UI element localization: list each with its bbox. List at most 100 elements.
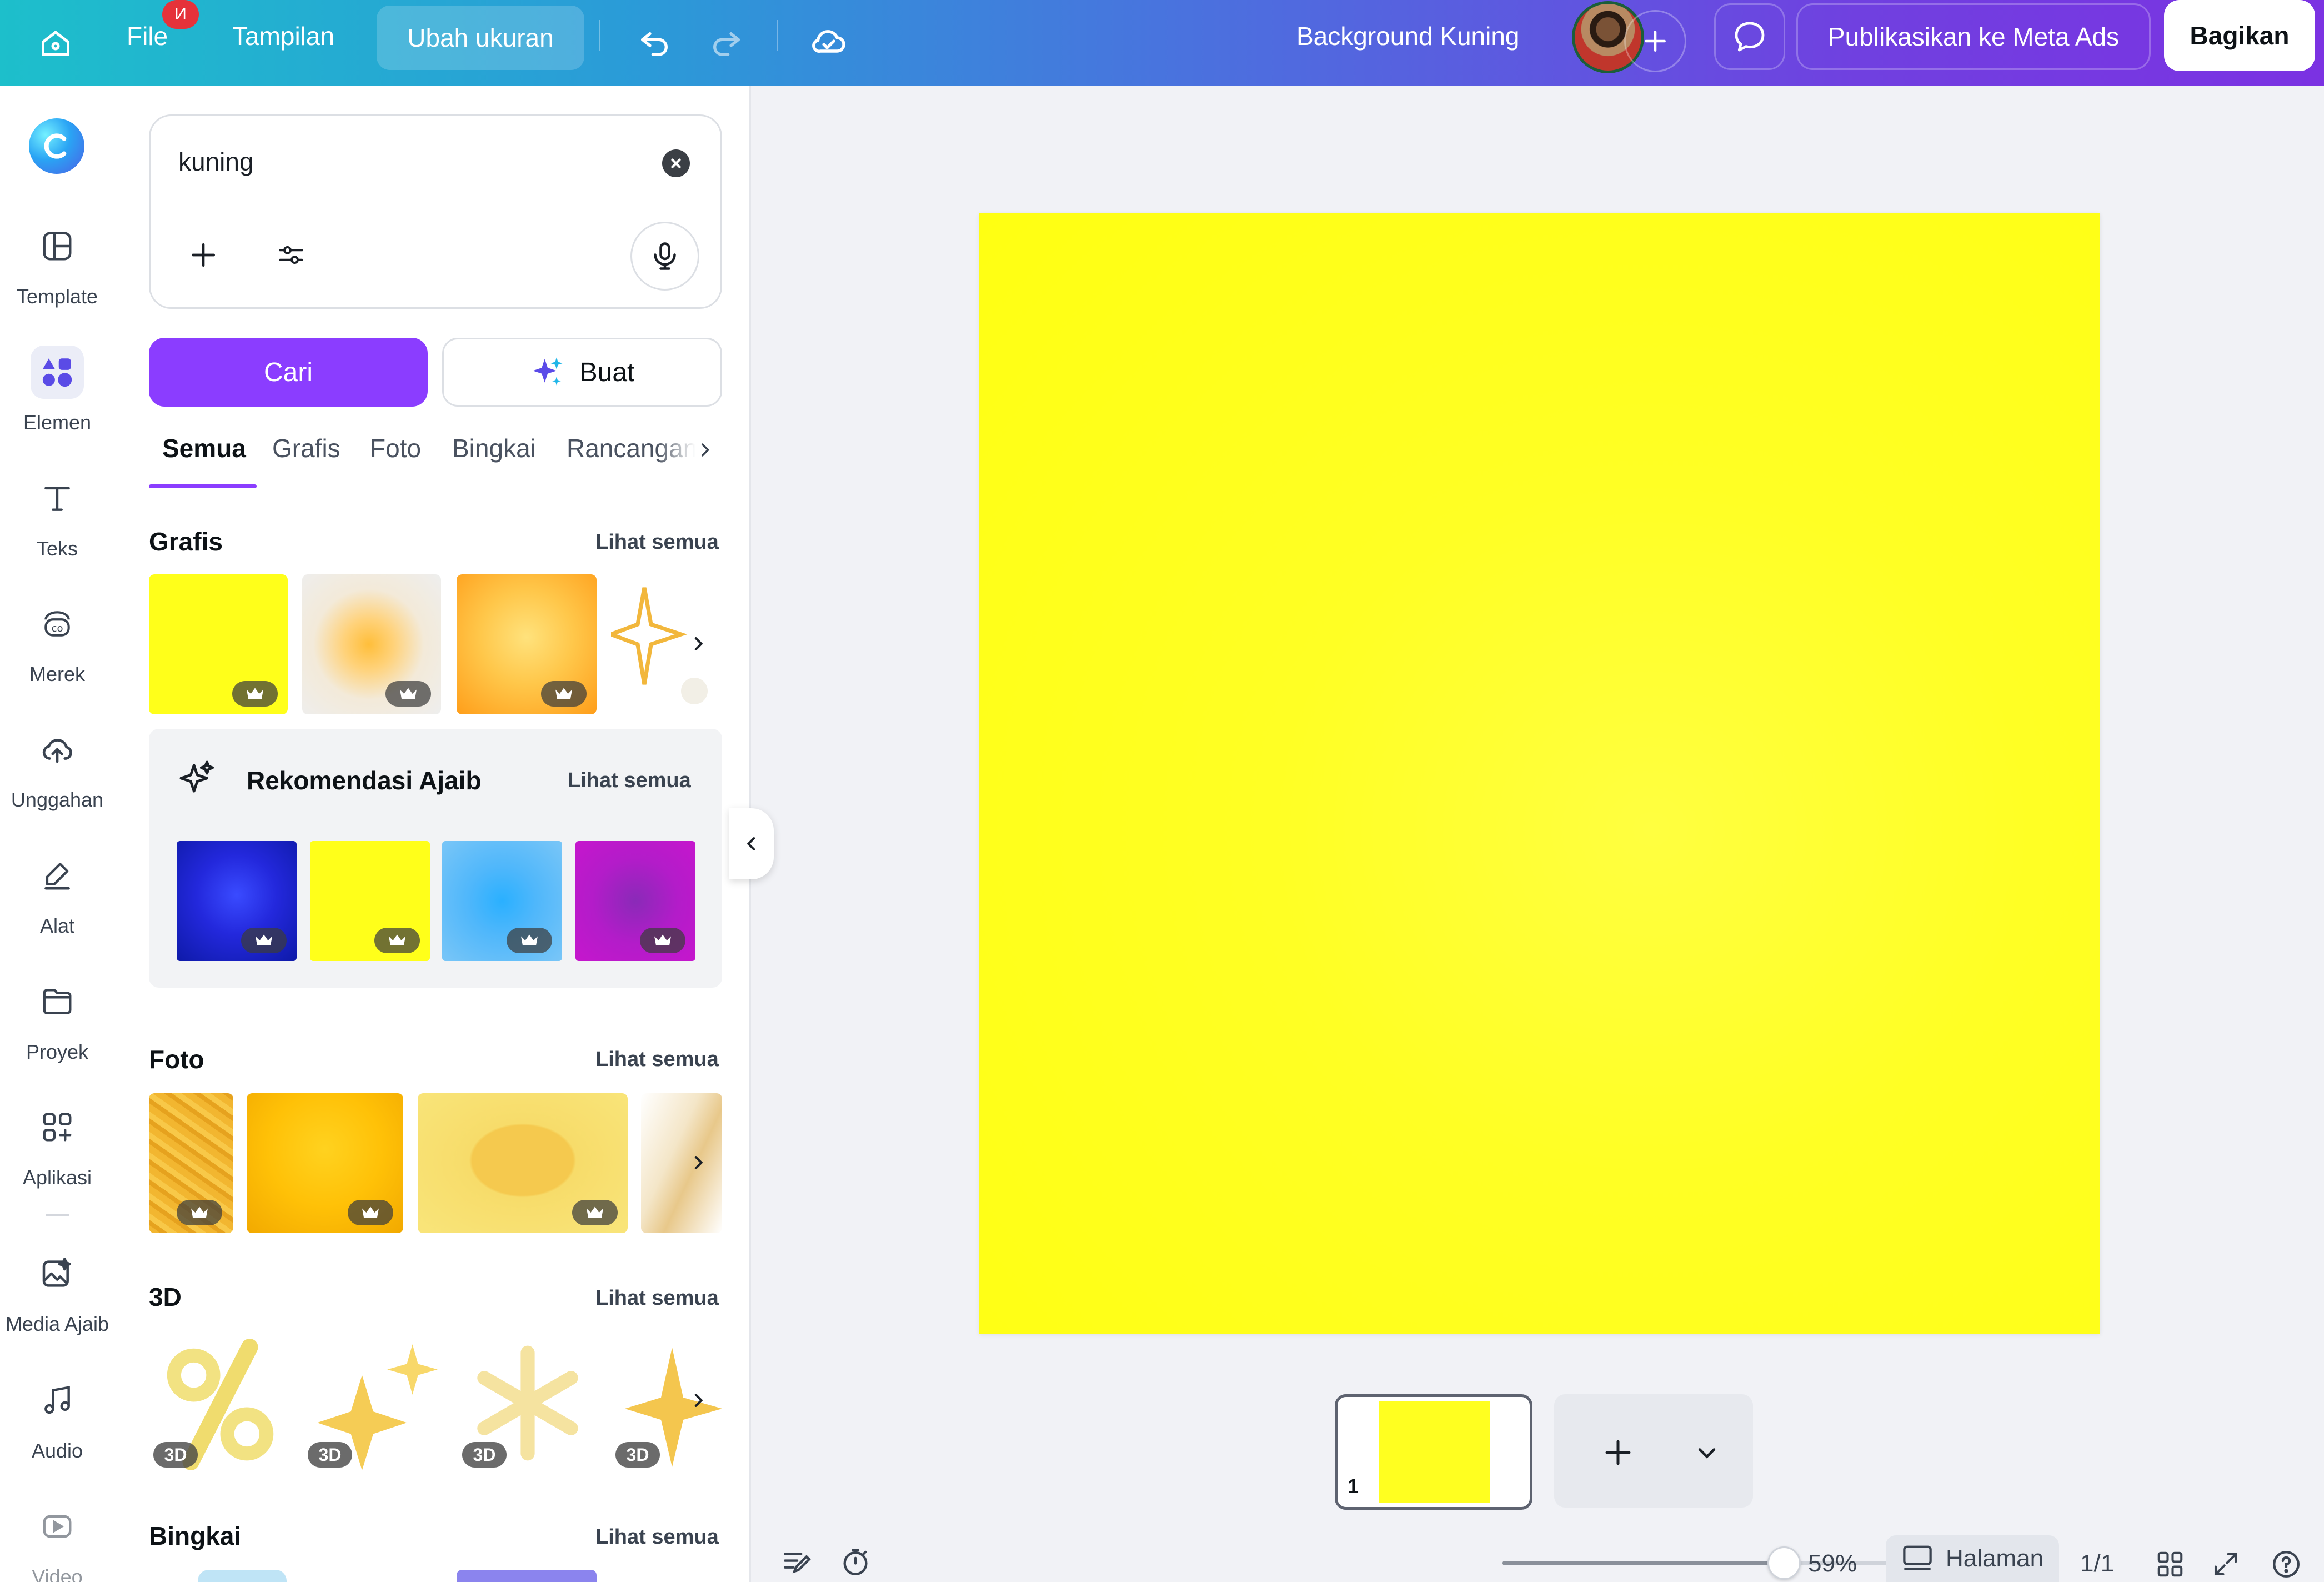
resize-button[interactable]: Ubah ukuran bbox=[377, 6, 584, 70]
tab-rancangan[interactable]: Rancangan bbox=[567, 433, 695, 463]
timer-button[interactable] bbox=[836, 1544, 875, 1580]
tab-foto[interactable]: Foto bbox=[370, 433, 421, 463]
rail-label-proyek: Proyek bbox=[26, 1040, 89, 1063]
zoom-slider-handle[interactable] bbox=[1767, 1546, 1801, 1580]
see-all-rekomendasi[interactable]: Lihat semua bbox=[568, 769, 691, 793]
magic-media-icon bbox=[42, 1258, 71, 1287]
notes-button[interactable] bbox=[778, 1544, 817, 1580]
rail-item-merek[interactable]: co Merek bbox=[0, 597, 114, 719]
comments-button[interactable] bbox=[1714, 3, 1785, 70]
help-button[interactable] bbox=[2268, 1546, 2305, 1582]
clear-search-button[interactable] bbox=[662, 149, 690, 177]
undo-button[interactable] bbox=[628, 14, 681, 68]
page-count: 1/1 bbox=[2080, 1550, 2115, 1577]
grafis-thumb-orange-gradient[interactable] bbox=[457, 574, 597, 714]
rail-item-elemen[interactable]: Elemen bbox=[0, 346, 114, 468]
rail-item-video[interactable]: Video bbox=[0, 1500, 114, 1582]
page-thumbnail-number: 1 bbox=[1348, 1475, 1359, 1498]
page-thumbnail[interactable]: 1 bbox=[1335, 1394, 1532, 1510]
notification-badge: И bbox=[162, 0, 199, 29]
rail-label-template: Template bbox=[16, 285, 98, 308]
sliders-icon bbox=[279, 246, 303, 264]
grid-view-button[interactable] bbox=[2152, 1546, 2188, 1582]
voice-search-button[interactable] bbox=[630, 222, 699, 291]
premium-crown-badge bbox=[348, 1200, 393, 1225]
crown-icon bbox=[555, 688, 572, 699]
rekomendasi-thumb-blue[interactable] bbox=[177, 841, 297, 961]
pages-view-label: Halaman bbox=[1945, 1545, 2044, 1572]
share-button[interactable]: Bagikan bbox=[2164, 0, 2315, 71]
chevron-right-icon bbox=[701, 443, 710, 457]
magic-recommendations: Rekomendasi Ajaib Lihat semua bbox=[149, 729, 722, 988]
bottom-bar: 59% Halaman 1/1 bbox=[753, 1533, 2324, 1582]
collapse-panel-button[interactable] bbox=[729, 808, 774, 879]
bingkai-thumb-blue[interactable] bbox=[198, 1570, 287, 1582]
canva-assistant-logo[interactable] bbox=[29, 118, 84, 174]
design-canvas-page[interactable] bbox=[979, 213, 2100, 1334]
cloud-save-status[interactable] bbox=[802, 14, 855, 68]
3d-thumb-asterisk[interactable]: 3D bbox=[458, 1333, 598, 1473]
file-menu[interactable]: File bbox=[127, 23, 168, 49]
crown-icon bbox=[247, 688, 263, 699]
bingkai-thumb-purple[interactable] bbox=[457, 1570, 597, 1582]
rekomendasi-thumb-sky-blue[interactable] bbox=[442, 841, 562, 961]
grafis-scroll-right[interactable] bbox=[684, 624, 712, 663]
see-all-bingkai[interactable]: Lihat semua bbox=[595, 1525, 719, 1549]
redo-button[interactable] bbox=[700, 14, 753, 68]
generate-button[interactable]: Buat bbox=[442, 338, 722, 407]
filter-button[interactable] bbox=[272, 236, 310, 274]
3d-scroll-right[interactable] bbox=[684, 1381, 712, 1420]
search-button[interactable]: Cari bbox=[149, 338, 428, 407]
home-button[interactable] bbox=[29, 17, 82, 70]
3d-thumb-sparkle[interactable]: 3D bbox=[303, 1333, 443, 1473]
see-all-grafis[interactable]: Lihat semua bbox=[595, 530, 719, 554]
text-icon bbox=[44, 487, 70, 511]
tab-bingkai[interactable]: Bingkai bbox=[452, 433, 536, 463]
help-icon bbox=[2273, 1551, 2300, 1578]
premium-crown-badge bbox=[241, 928, 287, 953]
foto-thumb-crumpled-paper[interactable] bbox=[149, 1093, 233, 1233]
see-all-3d[interactable]: Lihat semua bbox=[595, 1286, 719, 1310]
add-page-dropdown[interactable] bbox=[1687, 1433, 1726, 1472]
rail-item-teks[interactable]: Teks bbox=[0, 472, 114, 594]
rail-label-unggahan: Unggahan bbox=[11, 788, 104, 811]
invite-button[interactable] bbox=[1624, 10, 1686, 72]
svg-text:co: co bbox=[52, 623, 63, 634]
cloud-check-icon bbox=[812, 30, 845, 53]
section-title-foto: Foto bbox=[149, 1045, 204, 1074]
rail-item-alat[interactable]: Alat bbox=[0, 849, 114, 971]
rekomendasi-thumb-yellow[interactable] bbox=[310, 841, 430, 961]
foto-scroll-right[interactable] bbox=[684, 1143, 712, 1182]
grafis-thumb-yellow[interactable] bbox=[149, 574, 288, 714]
view-menu-label: Tampilan bbox=[232, 22, 335, 51]
badge-glyph: И bbox=[174, 5, 187, 23]
document-title[interactable]: Background Kuning bbox=[1296, 23, 1520, 49]
zoom-level[interactable]: 59% bbox=[1808, 1550, 1857, 1578]
publish-meta-ads-button[interactable]: Publikasikan ke Meta Ads bbox=[1796, 3, 2151, 70]
pages-view-button[interactable]: Halaman bbox=[1886, 1535, 2059, 1582]
view-menu[interactable]: Tampilan bbox=[232, 23, 334, 49]
add-page-button[interactable] bbox=[1593, 1428, 1643, 1478]
brand-icon: co bbox=[44, 611, 70, 637]
add-attachment-button[interactable] bbox=[184, 236, 223, 274]
tabs-scroll-right[interactable] bbox=[691, 434, 719, 465]
rail-item-template[interactable]: Template bbox=[0, 219, 114, 342]
3d-thumb-percent[interactable]: 3D bbox=[149, 1333, 289, 1473]
rail-item-unggahan[interactable]: Unggahan bbox=[0, 723, 114, 845]
fullscreen-button[interactable] bbox=[2208, 1546, 2243, 1582]
rail-item-proyek[interactable]: Proyek bbox=[0, 975, 114, 1097]
tab-semua[interactable]: Semua bbox=[162, 433, 246, 463]
rail-label-alat: Alat bbox=[39, 914, 75, 937]
tab-grafis[interactable]: Grafis bbox=[272, 433, 340, 463]
rekomendasi-thumb-purple[interactable] bbox=[575, 841, 695, 961]
see-all-foto[interactable]: Lihat semua bbox=[595, 1048, 719, 1072]
rail-item-audio[interactable]: Audio bbox=[0, 1374, 114, 1496]
foto-thumb-textured-circle[interactable] bbox=[418, 1093, 628, 1233]
search-input[interactable]: kuning bbox=[178, 147, 254, 177]
grafis-thumb-blur-orange[interactable] bbox=[302, 574, 441, 714]
search-box[interactable]: kuning bbox=[149, 114, 722, 309]
rail-item-aplikasi[interactable]: Aplikasi bbox=[0, 1100, 114, 1223]
rail-label-teks: Teks bbox=[36, 537, 78, 560]
foto-thumb-orange-yellow[interactable] bbox=[247, 1093, 403, 1233]
rail-item-media-ajaib[interactable]: Media Ajaib bbox=[0, 1247, 114, 1369]
